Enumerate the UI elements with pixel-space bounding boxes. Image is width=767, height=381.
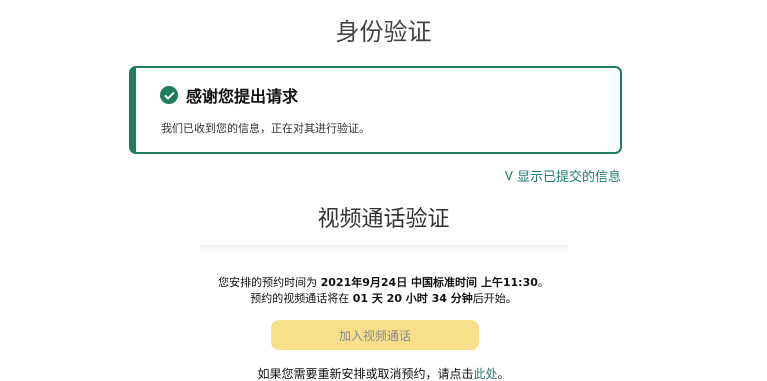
page-title: 身份验证	[335, 18, 432, 46]
divider	[200, 245, 568, 253]
identity-verification-page: 身份验证 感谢您提出请求 我们已收到您的信息，正在对其进行验证。 V 显示已提交…	[0, 0, 767, 381]
countdown-suffix: 后开始。	[472, 292, 517, 305]
countdown-prefix: 预约的视频通话将在	[250, 292, 353, 305]
success-message: 我们已收到您的信息，正在对其进行验证。	[161, 122, 370, 135]
reschedule-prefix: 如果您需要重新安排或取消预约，请点击	[257, 367, 474, 381]
reschedule-suffix: 。	[497, 367, 510, 381]
appointment-time-line: 您安排的预约时间为 2021年9月24日 中国标准时间 上午11:30。	[0, 274, 767, 290]
video-call-title: 视频通话验证	[317, 207, 450, 232]
reschedule-line: 如果您需要重新安排或取消预约，请点击此处。	[0, 365, 767, 381]
reschedule-link[interactable]: 此处	[473, 367, 497, 381]
countdown-value: 01 天 20 小时 34 分钟	[352, 292, 473, 305]
chevron-down-icon: V	[504, 168, 513, 183]
appointment-time: 2021年9月24日 中国标准时间 上午11:30	[320, 276, 538, 289]
success-title: 感谢您提出请求	[186, 87, 299, 106]
join-video-call-button[interactable]: 加入视频通话	[271, 320, 479, 350]
appointment-prefix: 您安排的预约时间为	[218, 276, 321, 289]
success-header: 感谢您提出请求	[160, 83, 298, 107]
check-circle-icon	[160, 86, 178, 104]
show-submitted-info-label: 显示已提交的信息	[516, 170, 621, 185]
appointment-suffix: 。	[537, 276, 549, 289]
show-submitted-info-link[interactable]: V 显示已提交的信息	[504, 166, 621, 186]
countdown-line: 预约的视频通话将在 01 天 20 小时 34 分钟后开始。	[0, 290, 767, 306]
success-alert: 感谢您提出请求 我们已收到您的信息，正在对其进行验证。	[129, 66, 622, 154]
